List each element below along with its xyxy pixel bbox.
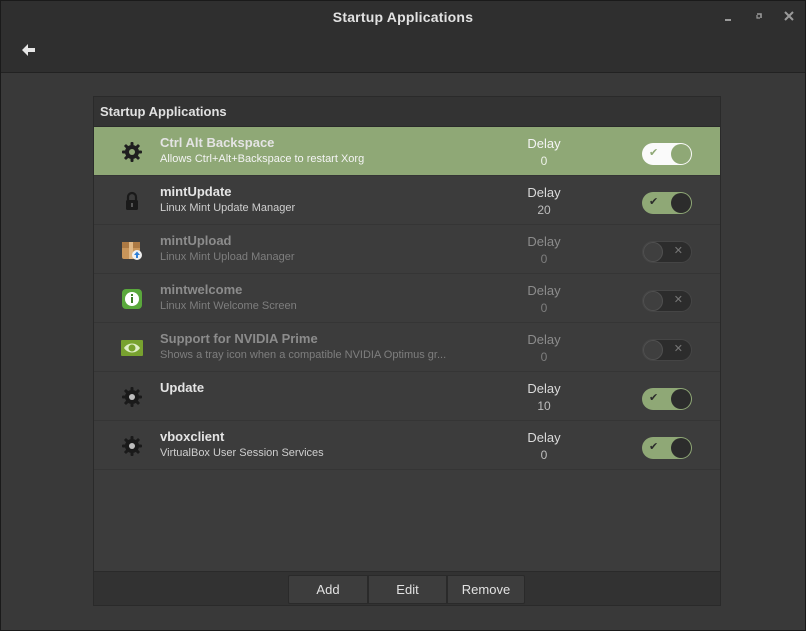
add-button[interactable]: Add <box>288 575 368 604</box>
enable-toggle[interactable]: ✕ <box>642 241 692 263</box>
app-name: mintUpdate <box>160 184 232 199</box>
app-name: Ctrl Alt Backspace <box>160 135 275 150</box>
app-name: mintwelcome <box>160 282 243 297</box>
lock-icon <box>120 189 144 213</box>
info-icon <box>120 287 144 311</box>
delay-label: Delay <box>527 185 561 200</box>
nvidia-icon <box>120 336 144 360</box>
delay-value: 0 <box>540 301 548 315</box>
check-icon: ✔ <box>649 441 659 453</box>
titlebar: Startup Applications <box>1 1 805 73</box>
toggle-knob <box>671 438 691 458</box>
app-row-mintupload[interactable]: mintUpload Linux Mint Upload Manager Del… <box>94 225 720 274</box>
delay-label: Delay <box>527 234 561 249</box>
app-row-nvidia-prime[interactable]: Support for NVIDIA Prime Shows a tray ic… <box>94 323 720 372</box>
cross-icon: ✕ <box>673 343 683 355</box>
cross-icon: ✕ <box>673 294 683 306</box>
toggle-knob <box>671 389 691 409</box>
delay-value: 20 <box>537 203 551 217</box>
delay-label: Delay <box>527 332 561 347</box>
toggle-knob <box>643 242 663 262</box>
app-description: Linux Mint Upload Manager <box>160 251 295 263</box>
remove-button[interactable]: Remove <box>447 575 525 604</box>
enable-toggle[interactable]: ✔ <box>642 192 692 214</box>
button-bar: Add Edit Remove <box>94 571 720 605</box>
delay-value: 0 <box>540 448 548 462</box>
check-icon: ✔ <box>649 147 659 159</box>
edit-button[interactable]: Edit <box>368 575 447 604</box>
enable-toggle[interactable]: ✔ <box>642 388 692 410</box>
maximize-icon[interactable] <box>750 7 768 25</box>
back-arrow-icon[interactable] <box>18 39 40 61</box>
app-name: Update <box>160 380 205 395</box>
delay-value: 0 <box>540 154 548 168</box>
toggle-knob <box>643 291 663 311</box>
startup-applications-window: Startup Applications Startup Application… <box>0 0 806 631</box>
delay-label: Delay <box>527 381 561 396</box>
delay-value: 0 <box>540 350 548 364</box>
delay-label: Delay <box>527 136 561 151</box>
app-description: Shows a tray icon when a compatible NVID… <box>160 349 447 361</box>
enable-toggle[interactable]: ✔ <box>642 143 692 165</box>
app-row-ctrl-alt-backspace[interactable]: Ctrl Alt Backspace Allows Ctrl+Alt+Backs… <box>94 127 720 176</box>
startup-applications-panel: Startup Applications Ctrl Alt Backspace … <box>93 96 721 606</box>
app-row-mintupdate[interactable]: mintUpdate Linux Mint Update Manager Del… <box>94 176 720 225</box>
panel-header: Startup Applications <box>94 97 720 127</box>
app-name: mintUpload <box>160 233 232 248</box>
close-icon[interactable] <box>780 7 798 25</box>
app-row-update[interactable]: Update Delay 10 ✔ <box>94 372 720 421</box>
panel-title: Startup Applications <box>100 104 227 119</box>
minimize-icon[interactable] <box>719 7 737 25</box>
enable-toggle[interactable]: ✕ <box>642 290 692 312</box>
app-list: Ctrl Alt Backspace Allows Ctrl+Alt+Backs… <box>94 127 720 470</box>
delay-value: 10 <box>537 399 551 413</box>
app-row-mintwelcome[interactable]: mintwelcome Linux Mint Welcome Screen De… <box>94 274 720 323</box>
delay-value: 0 <box>540 252 548 266</box>
gear-icon <box>120 385 144 409</box>
app-name: vboxclient <box>160 429 225 444</box>
toggle-knob <box>671 193 691 213</box>
toggle-knob <box>643 340 663 360</box>
delay-label: Delay <box>527 283 561 298</box>
enable-toggle[interactable]: ✔ <box>642 437 692 459</box>
cross-icon: ✕ <box>673 245 683 257</box>
app-description: Linux Mint Update Manager <box>160 202 296 214</box>
app-description: Allows Ctrl+Alt+Backspace to restart Xor… <box>160 153 365 165</box>
gear-icon <box>120 140 144 164</box>
app-name: Support for NVIDIA Prime <box>160 331 318 346</box>
upload-box-icon <box>120 238 144 262</box>
gear-icon <box>120 434 144 458</box>
enable-toggle[interactable]: ✕ <box>642 339 692 361</box>
app-description: VirtualBox User Session Services <box>160 447 324 459</box>
check-icon: ✔ <box>649 196 659 208</box>
app-description: Linux Mint Welcome Screen <box>160 300 297 312</box>
toggle-knob <box>671 144 691 164</box>
check-icon: ✔ <box>649 392 659 404</box>
window-title: Startup Applications <box>332 9 474 25</box>
delay-label: Delay <box>527 430 561 445</box>
app-row-vboxclient[interactable]: vboxclient VirtualBox User Session Servi… <box>94 421 720 470</box>
